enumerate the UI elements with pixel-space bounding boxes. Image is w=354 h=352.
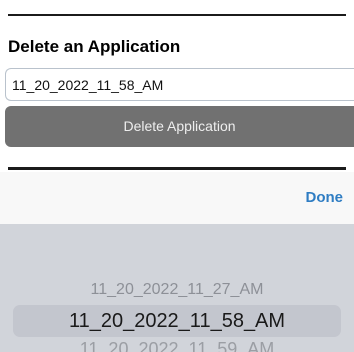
section-title: Delete an Application bbox=[8, 37, 181, 56]
delete-application-button[interactable]: Delete Application bbox=[5, 106, 354, 147]
picker-divider bbox=[8, 167, 346, 170]
picker-option[interactable]: 11_20_2022_11_27_AM bbox=[0, 281, 354, 299]
picker-toolbar: Done bbox=[0, 172, 354, 224]
top-divider bbox=[8, 14, 346, 16]
application-name-input[interactable] bbox=[5, 68, 354, 101]
picker-wheel[interactable]: 11_20_2022_11_27_AM 11_20_2022_11_58_AM … bbox=[0, 224, 354, 352]
picker-option[interactable]: 11_20_2022_11_59_AM bbox=[0, 339, 354, 352]
done-button[interactable]: Done bbox=[306, 189, 344, 206]
picker-option-selected[interactable]: 11_20_2022_11_58_AM bbox=[0, 310, 354, 333]
